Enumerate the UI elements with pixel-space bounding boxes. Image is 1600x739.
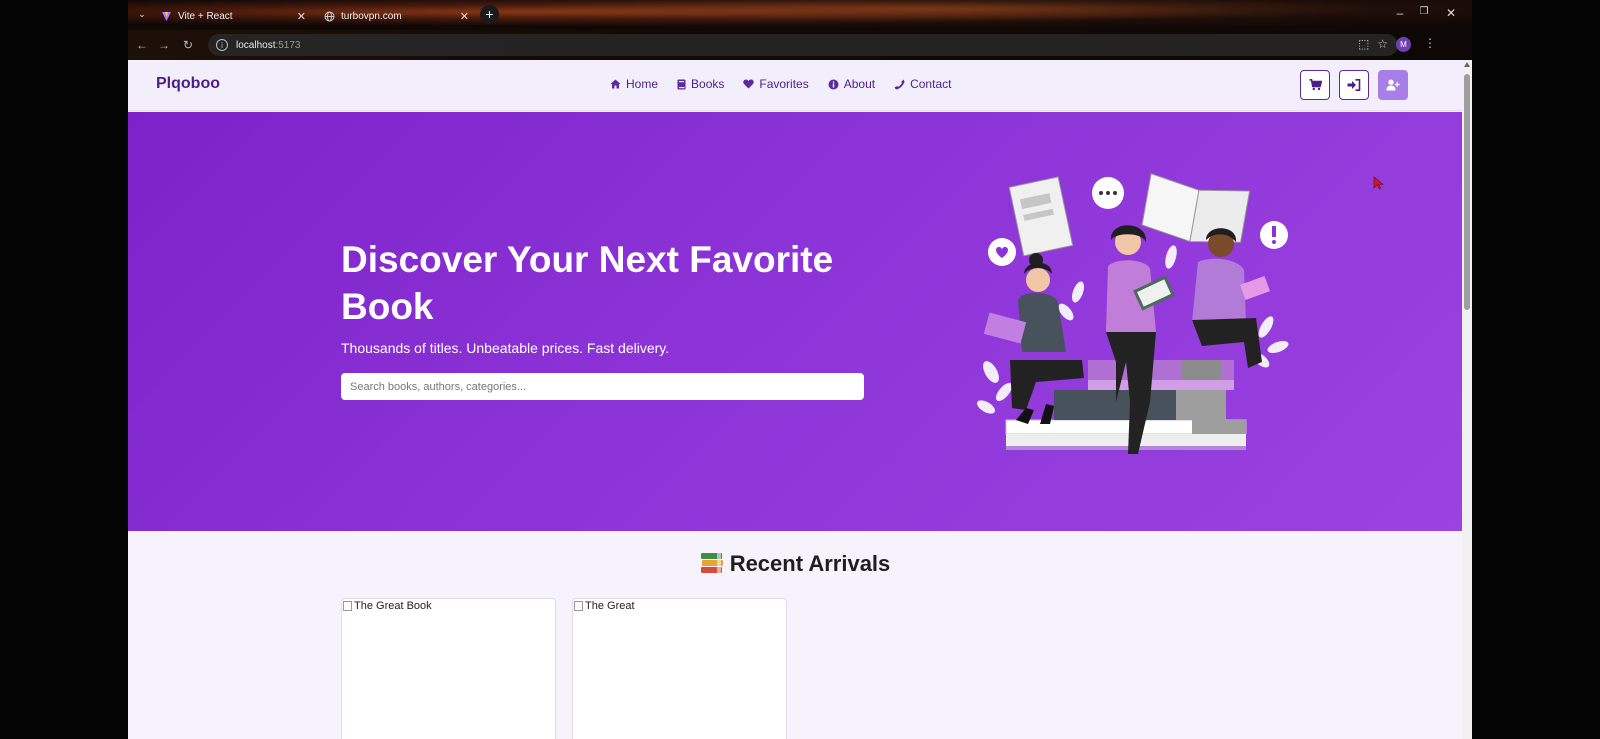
hero-subtitle: Thousands of titles. Unbeatable prices. … [341, 340, 670, 356]
url-port: :5173 [275, 39, 301, 51]
login-button[interactable] [1339, 70, 1369, 100]
back-icon[interactable]: ← [134, 37, 150, 53]
recent-arrivals-heading: Recent Arrivals [128, 551, 1462, 577]
recent-arrivals-title: Recent Arrivals [729, 551, 891, 576]
books-stack-icon [700, 553, 723, 573]
restore-icon[interactable]: ❐ [1414, 6, 1434, 17]
nav-about[interactable]: About [828, 77, 875, 91]
browser-window: ⌄ Vite + React ✕ turbovpn.com ✕ + – ❐ ✕ … [128, 0, 1472, 739]
browser-toolbar: ← → ↻ i localhost:5173 ☆ ⬚ M ⋮ [128, 30, 1472, 60]
vite-icon [160, 11, 172, 23]
nav-links: Home Books Favorites About Contact [610, 77, 951, 91]
nav-books-label: Books [691, 77, 725, 91]
broken-image-icon [343, 601, 352, 611]
page-scrollbar[interactable] [1462, 60, 1472, 739]
tab-turbovpn[interactable]: turbovpn.com ✕ [315, 3, 475, 30]
tab-strip: ⌄ Vite + React ✕ turbovpn.com ✕ + – ❐ ✕ [128, 0, 1472, 30]
broken-image-icon [574, 601, 583, 611]
user-plus-icon [1386, 79, 1400, 91]
globe-icon [323, 11, 335, 23]
book-image-alt: The Great [574, 600, 635, 612]
web-page: Plqoboo Home Books Favorites About Conta… [128, 60, 1462, 739]
site-navbar: Plqoboo Home Books Favorites About Conta… [128, 60, 1462, 111]
nav-about-label: About [843, 77, 876, 91]
extensions-icon[interactable]: ⬚ [1358, 37, 1369, 51]
book-search-input[interactable] [341, 373, 864, 400]
tab-vite-react[interactable]: Vite + React ✕ [152, 3, 312, 30]
reading-people-illustration [976, 173, 1289, 454]
book-icon [677, 79, 686, 89]
nav-contact[interactable]: Contact [894, 77, 951, 91]
hero-title: Discover Your Next Favorite Book [341, 239, 834, 327]
window-close-icon[interactable]: ✕ [1441, 6, 1461, 20]
phone-icon [894, 79, 905, 89]
tab-title: Vite + React [178, 11, 233, 22]
address-bar[interactable]: i localhost:5173 ☆ [208, 34, 1398, 56]
close-icon[interactable]: ✕ [297, 10, 306, 23]
reload-icon[interactable]: ↻ [180, 37, 196, 53]
tab-search-button[interactable]: ⌄ [134, 6, 150, 22]
url-host: localhost [236, 39, 276, 51]
scroll-up-arrow-icon[interactable] [1464, 62, 1470, 67]
nav-home[interactable]: Home [610, 77, 658, 91]
close-icon[interactable]: ✕ [460, 10, 469, 23]
book-card[interactable]: The Great Book [341, 598, 556, 739]
forward-icon[interactable]: → [156, 37, 172, 53]
nav-favorites[interactable]: Favorites [743, 77, 809, 91]
minimize-icon[interactable]: – [1390, 6, 1410, 20]
nav-books[interactable]: Books [677, 77, 724, 91]
register-button[interactable] [1378, 70, 1408, 100]
nav-favorites-label: Favorites [759, 77, 809, 91]
book-alt-text: The Great [585, 600, 635, 612]
hero-section: Discover Your Next Favorite Book Thousan… [128, 112, 1462, 531]
nav-contact-label: Contact [910, 77, 952, 91]
book-alt-text: The Great Book [354, 600, 432, 612]
site-info-icon[interactable]: i [216, 39, 228, 51]
new-tab-button[interactable]: + [480, 5, 499, 24]
book-image-alt: The Great Book [343, 600, 432, 612]
sign-in-icon [1347, 79, 1361, 91]
home-icon [610, 79, 621, 89]
tab-title: turbovpn.com [341, 11, 402, 22]
brand-logo[interactable]: Plqoboo [156, 75, 220, 93]
cart-button[interactable] [1300, 70, 1330, 100]
nav-home-label: Home [626, 77, 659, 91]
cart-icon [1309, 79, 1322, 91]
bookmark-star-icon[interactable]: ☆ [1377, 37, 1388, 51]
mouse-cursor-icon [1373, 176, 1384, 190]
heart-icon [743, 79, 755, 89]
browser-menu-icon[interactable]: ⋮ [1424, 36, 1436, 50]
profile-avatar[interactable]: M [1396, 37, 1411, 52]
screen: ⌄ Vite + React ✕ turbovpn.com ✕ + – ❐ ✕ … [0, 0, 1600, 739]
book-card[interactable]: The Great [572, 598, 787, 739]
info-icon [828, 79, 839, 89]
scroll-thumb[interactable] [1464, 74, 1470, 310]
